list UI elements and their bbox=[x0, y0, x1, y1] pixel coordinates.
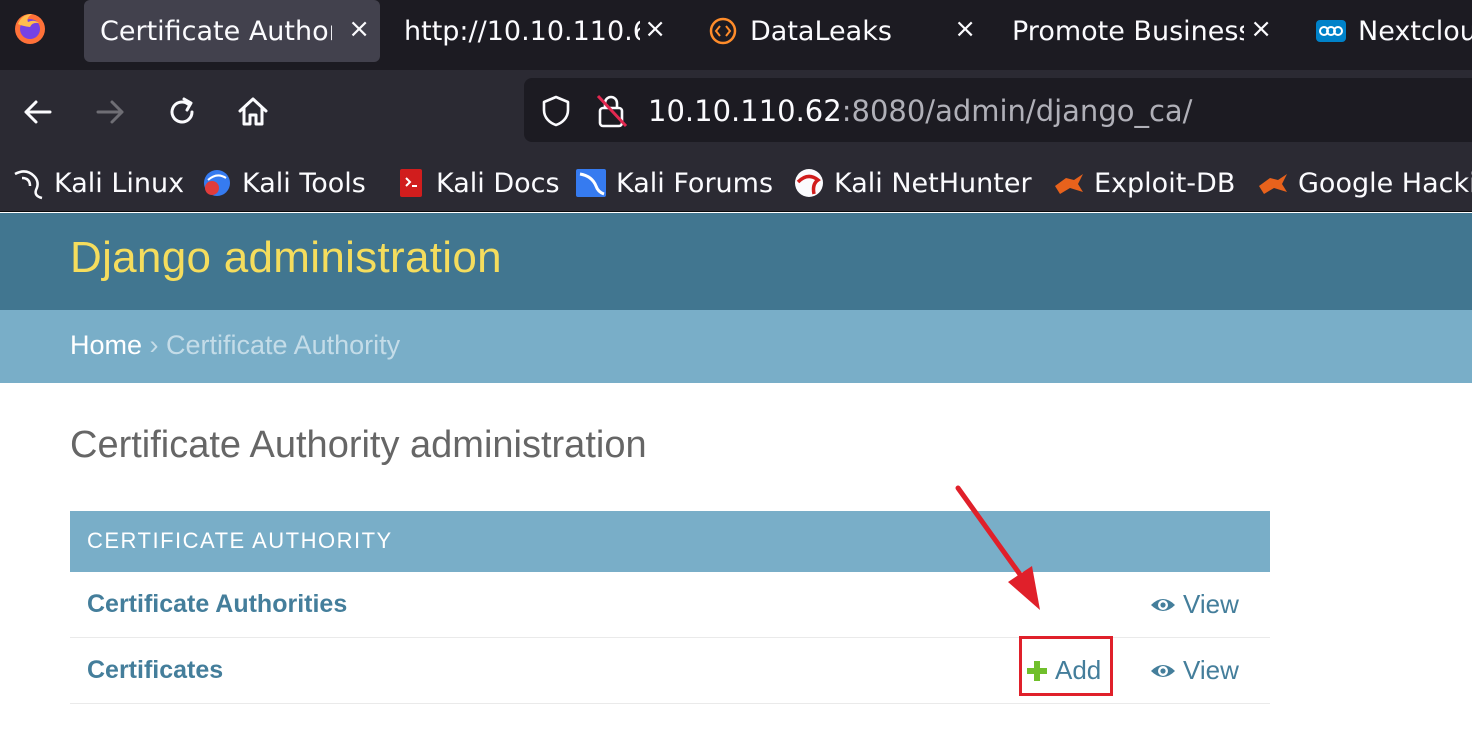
bookmark-kali-docs[interactable]: Kali Docs bbox=[394, 165, 560, 201]
firefox-icon[interactable] bbox=[12, 10, 48, 46]
bookmark-kali-forums[interactable]: Kali Forums bbox=[574, 165, 773, 201]
url-path: :8080/admin/django_ca/ bbox=[841, 94, 1193, 128]
page-title: Certificate Authority administration bbox=[70, 424, 647, 466]
nextcloud-icon bbox=[1316, 20, 1346, 42]
close-icon[interactable]: × bbox=[348, 14, 370, 44]
tab-label: Promote Business bbox=[1012, 15, 1244, 47]
breadcrumb-separator: › bbox=[142, 330, 167, 360]
forward-arrow-icon[interactable] bbox=[88, 90, 132, 134]
bookmark-kali-linux[interactable]: Kali Linux bbox=[12, 165, 184, 201]
navigation-toolbar: 10.10.110.62:8080/admin/django_ca/ bbox=[0, 70, 1472, 155]
kali-tools-icon bbox=[204, 170, 230, 196]
tab-certificate-authority[interactable]: Certificate Author × bbox=[84, 0, 380, 62]
bookmark-label: Kali NetHunter bbox=[834, 167, 1032, 199]
breadcrumb: Home › Certificate Authority bbox=[0, 310, 1472, 383]
code-brackets-icon bbox=[709, 17, 737, 45]
bookmark-label: Exploit-DB bbox=[1094, 167, 1236, 199]
home-icon[interactable] bbox=[231, 90, 275, 134]
bookmark-label: Kali Linux bbox=[54, 167, 185, 199]
tab-label: Nextclou bbox=[1358, 15, 1472, 47]
tab-ip-address[interactable]: http://10.10.110.62 × bbox=[390, 0, 676, 62]
tab-label: http://10.10.110.62 bbox=[404, 15, 640, 47]
bookmark-exploit-db[interactable]: Exploit-DB bbox=[1052, 165, 1235, 201]
model-row: Certificate Authorities View bbox=[70, 572, 1270, 638]
bookmark-label: Kali Docs bbox=[436, 167, 560, 199]
url-host: 10.10.110.62 bbox=[648, 94, 842, 128]
shield-icon[interactable] bbox=[540, 94, 572, 128]
bookmark-label: Google Hacki bbox=[1298, 167, 1472, 199]
breadcrumb-current: Certificate Authority bbox=[166, 330, 401, 360]
bookmark-label: Kali Forums bbox=[616, 167, 774, 199]
eye-icon bbox=[1151, 664, 1175, 677]
annotation-highlight-box bbox=[1019, 636, 1113, 696]
model-link-certificate-authorities[interactable]: Certificate Authorities bbox=[87, 590, 347, 619]
breadcrumb-home-link[interactable]: Home bbox=[70, 330, 142, 360]
exploit-db-icon bbox=[1259, 174, 1287, 194]
bookmarks-toolbar: Kali Linux Kali Tools Kali Docs Kali For… bbox=[0, 155, 1472, 212]
view-link[interactable]: View bbox=[1150, 655, 1239, 686]
tab-label: DataLeaks bbox=[750, 15, 892, 47]
tab-bar: Certificate Author × http://10.10.110.62… bbox=[0, 0, 1472, 70]
close-icon[interactable]: × bbox=[644, 14, 666, 44]
reload-icon[interactable] bbox=[160, 90, 204, 134]
admin-header: Django administration bbox=[0, 213, 1472, 310]
view-label: View bbox=[1183, 655, 1239, 685]
view-link[interactable]: View bbox=[1150, 589, 1239, 620]
kali-nethunter-icon bbox=[795, 169, 823, 197]
bookmark-google-hacking[interactable]: Google Hacki bbox=[1256, 165, 1472, 201]
site-branding[interactable]: Django administration bbox=[70, 233, 502, 283]
tab-dataleaks[interactable]: DataLeaks × bbox=[690, 0, 986, 62]
url-text[interactable]: 10.10.110.62:8080/admin/django_ca/ bbox=[648, 94, 1192, 128]
tab-promote-business[interactable]: Promote Business × bbox=[998, 0, 1282, 62]
bookmark-kali-tools[interactable]: Kali Tools bbox=[200, 165, 366, 201]
url-bar[interactable]: 10.10.110.62:8080/admin/django_ca/ bbox=[524, 78, 1472, 142]
tab-label: Certificate Author bbox=[100, 15, 332, 47]
view-label: View bbox=[1183, 589, 1239, 619]
annotation-arrow-icon bbox=[955, 485, 1040, 610]
back-arrow-icon[interactable] bbox=[16, 90, 60, 134]
model-link-certificates[interactable]: Certificates bbox=[87, 656, 223, 685]
exploit-db-icon bbox=[1055, 174, 1083, 194]
module-caption[interactable]: CERTIFICATE AUTHORITY bbox=[70, 511, 1270, 572]
kali-forums-icon bbox=[576, 169, 606, 197]
kali-docs-icon bbox=[400, 169, 422, 197]
kali-dragon-icon bbox=[14, 170, 43, 200]
insecure-lock-icon[interactable] bbox=[594, 92, 630, 130]
tab-nextcloud[interactable]: Nextclou bbox=[1300, 0, 1472, 62]
close-icon[interactable]: × bbox=[954, 14, 976, 44]
bookmark-label: Kali Tools bbox=[242, 167, 366, 199]
close-icon[interactable]: × bbox=[1250, 14, 1272, 44]
bookmark-kali-nethunter[interactable]: Kali NetHunter bbox=[792, 165, 1032, 201]
eye-icon bbox=[1151, 598, 1175, 611]
